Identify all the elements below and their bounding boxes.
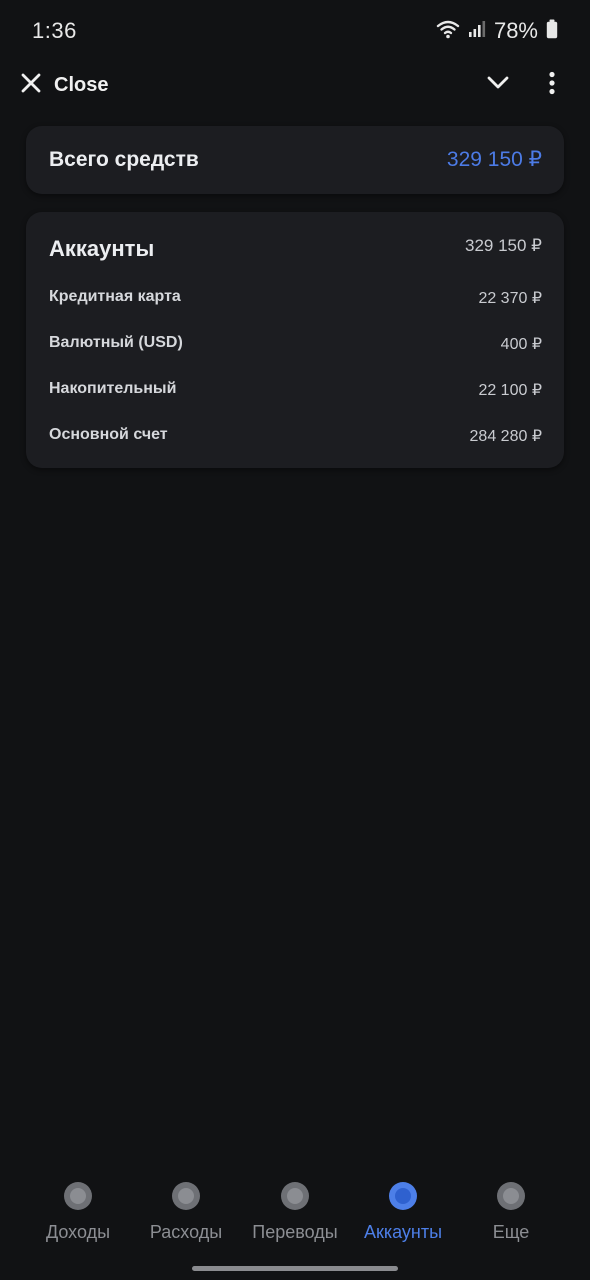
account-name: Кредитная карта: [49, 288, 181, 305]
collapse-button[interactable]: [482, 70, 514, 100]
chevron-down-icon: [486, 75, 510, 96]
account-amount: 22 100 ₽: [478, 382, 542, 399]
income-icon: [64, 1182, 92, 1210]
more-options-button[interactable]: [538, 68, 566, 102]
expenses-icon: [172, 1182, 200, 1210]
status-icons: 78%: [436, 16, 558, 46]
account-name: Основной счет: [49, 426, 168, 443]
home-indicator[interactable]: [192, 1266, 398, 1271]
signal-icon: [468, 20, 486, 43]
account-row[interactable]: Кредитная карта 22 370 ₽: [26, 278, 564, 318]
account-row[interactable]: Основной счет 284 280 ₽: [26, 416, 564, 456]
account-amount: 400 ₽: [500, 336, 542, 353]
nav-item-accounts[interactable]: Аккаунты: [348, 1170, 458, 1250]
accounts-icon: [389, 1182, 417, 1210]
account-amount: 22 370 ₽: [478, 290, 542, 307]
nav-label: Расходы: [149, 1222, 223, 1242]
nav-item-transfers[interactable]: Переводы: [240, 1170, 350, 1250]
account-name: Валютный (USD): [49, 334, 183, 351]
top-bar: Close: [0, 60, 590, 110]
nav-label: Еще: [492, 1222, 530, 1242]
battery-percent: 78%: [493, 18, 538, 43]
total-funds-value: 329 150 ₽: [446, 148, 542, 171]
account-row[interactable]: Накопительный 22 100 ₽: [26, 370, 564, 410]
battery-icon: [546, 19, 558, 44]
transfers-icon: [281, 1182, 309, 1210]
nav-label: Доходы: [45, 1222, 111, 1242]
nav-label: Аккаунты: [363, 1222, 443, 1242]
account-row[interactable]: Валютный (USD) 400 ₽: [26, 324, 564, 364]
nav-item-more[interactable]: Еще: [456, 1170, 566, 1250]
bottom-nav: Доходы Расходы Переводы Аккаунты Еще: [0, 1170, 590, 1250]
close-icon: [20, 72, 42, 99]
accounts-total: 329 150 ₽: [465, 236, 542, 255]
close-button[interactable]: Close: [20, 68, 108, 102]
accounts-header: Аккаунты: [49, 236, 155, 261]
status-bar: 1:36 78%: [0, 0, 590, 62]
status-time: 1:36: [32, 18, 77, 43]
account-name: Накопительный: [49, 380, 177, 397]
nav-label: Переводы: [252, 1222, 338, 1242]
total-funds-label: Всего средств: [49, 148, 199, 171]
nav-item-expenses[interactable]: Расходы: [131, 1170, 241, 1250]
close-label: Close: [54, 73, 109, 96]
account-amount: 284 280 ₽: [469, 428, 542, 445]
more-vertical-icon: [548, 71, 556, 100]
accounts-card: Аккаунты 329 150 ₽ Кредитная карта 22 37…: [26, 212, 564, 468]
more-icon: [497, 1182, 525, 1210]
wifi-icon: [436, 19, 460, 44]
nav-item-income[interactable]: Доходы: [23, 1170, 133, 1250]
total-funds-card: Всего средств 329 150 ₽: [26, 126, 564, 194]
